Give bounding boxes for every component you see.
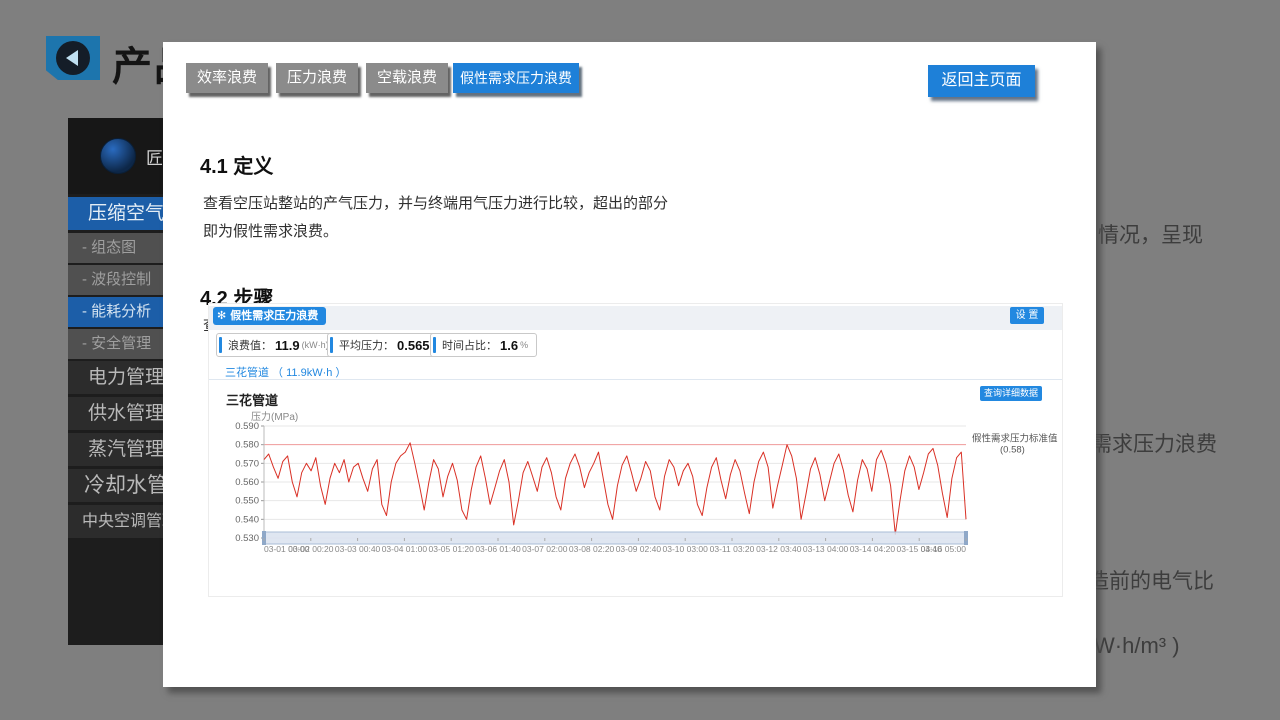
definition-heading: 4.1 定义 [200, 150, 273, 179]
content-modal: 效率浪费 压力浪费 空载浪费 假性需求压力浪费 返回主页面 4.1 定义 查看空… [163, 42, 1096, 687]
stat-waste-value: 浪费值： 11.9 (kW·h) [216, 333, 338, 357]
settings-button[interactable]: 设 置 [1010, 307, 1044, 324]
stat-unit: % [520, 340, 528, 350]
svg-text:0.570: 0.570 [235, 458, 259, 469]
svg-text:03-09 02:40: 03-09 02:40 [616, 544, 662, 554]
sidebar-item[interactable]: - 能耗分析 [68, 297, 164, 327]
definition-text-line1: 查看空压站整站的产气压力，并与终端用气压力进行比较，超出的部分 [203, 192, 668, 213]
stat-accent-bar [433, 337, 436, 353]
stat-value: 1.6 [500, 338, 518, 353]
sidebar-item[interactable]: 冷却水管理 [68, 469, 164, 502]
sidebar-item[interactable]: - 组态图 [68, 233, 164, 263]
svg-text:03-08 02:20: 03-08 02:20 [569, 544, 615, 554]
sidebar-item[interactable]: 压缩空气 [68, 197, 164, 230]
pipe-tab-bar: 三花管道 （ 11.9kW·h ） [209, 364, 1062, 380]
bg-text-fragment: W·h/m³ ) [1094, 633, 1180, 659]
dashboard-title-badge: ✻ 假性需求压力浪费 [213, 307, 326, 325]
svg-text:03-05 01:20: 03-05 01:20 [429, 544, 475, 554]
return-home-button[interactable]: 返回主页面 [928, 65, 1035, 97]
svg-text:0.560: 0.560 [235, 477, 259, 488]
sidebar-item[interactable]: 中央空调管理 [68, 505, 164, 538]
bg-text-fragment: 造前的电气比 [1088, 565, 1214, 595]
tab-pressure-waste[interactable]: 压力浪费 [276, 63, 358, 93]
tab-efficiency-waste[interactable]: 效率浪费 [186, 63, 268, 93]
stat-label: 时间占比： [442, 337, 497, 353]
svg-text:0.530: 0.530 [235, 533, 259, 544]
stat-accent-bar [219, 337, 222, 353]
stat-label: 浪费值： [228, 337, 272, 353]
definition-text-line2: 即为假性需求浪费。 [203, 220, 338, 241]
svg-text:0.590: 0.590 [235, 421, 259, 432]
stat-value: 0.565 [397, 338, 430, 353]
stat-accent-bar [330, 337, 333, 353]
svg-text:0.550: 0.550 [235, 496, 259, 507]
bg-text-fragment: 情况，呈现 [1098, 219, 1203, 249]
svg-text:03-10 03:00: 03-10 03:00 [663, 544, 709, 554]
sidebar: 匠 压缩空气- 组态图- 波段控制- 能耗分析- 安全管理电力管理供水管理蒸汽管… [68, 118, 164, 645]
back-button[interactable] [46, 36, 100, 80]
svg-text:(0.58): (0.58) [1000, 445, 1025, 456]
svg-text:03-02 00:20: 03-02 00:20 [288, 544, 334, 554]
svg-text:03-14 04:20: 03-14 04:20 [850, 544, 896, 554]
sidebar-item[interactable]: 供水管理 [68, 397, 164, 430]
dashboard-header-bar [209, 306, 1062, 330]
stat-value: 11.9 [275, 338, 300, 353]
svg-text:0.580: 0.580 [235, 440, 259, 451]
svg-text:三花管道: 三花管道 [226, 393, 278, 408]
svg-text:03-13 04:00: 03-13 04:00 [803, 544, 849, 554]
dashboard-title: 假性需求压力浪费 [230, 307, 318, 325]
company-name: 匠 [146, 144, 163, 169]
compressor-icon: ✻ [217, 307, 226, 325]
svg-text:03-03 00:40: 03-03 00:40 [335, 544, 381, 554]
svg-text:03-06 01:40: 03-06 01:40 [475, 544, 521, 554]
sidebar-item[interactable]: 蒸汽管理 [68, 433, 164, 466]
dashboard-screenshot: ✻ 假性需求压力浪费 设 置 浪费值： 11.9 (kW·h) 平均压力： 0.… [208, 303, 1063, 597]
svg-text:假性需求压力标准值: 假性需求压力标准值 [972, 433, 1058, 445]
svg-text:03-16 05:00: 03-16 05:00 [921, 544, 967, 554]
svg-text:03-07 02:00: 03-07 02:00 [522, 544, 568, 554]
stat-unit: (kW·h) [302, 340, 329, 350]
sidebar-item[interactable]: 电力管理 [68, 361, 164, 394]
sidebar-item[interactable]: - 安全管理 [68, 329, 164, 359]
stat-time-ratio: 时间占比： 1.6 % [430, 333, 537, 357]
svg-text:0.540: 0.540 [235, 514, 259, 525]
tab-sanhua-pipe[interactable]: 三花管道 （ 11.9kW·h ） [225, 364, 346, 380]
tab-false-demand-pressure-waste[interactable]: 假性需求压力浪费 [453, 63, 579, 93]
svg-text:03-12 03:40: 03-12 03:40 [756, 544, 802, 554]
sidebar-item[interactable]: - 波段控制 [68, 265, 164, 295]
bg-text-fragment: 需求压力浪费 [1091, 428, 1217, 458]
stat-label: 平均压力： [339, 337, 394, 353]
sidebar-header: 匠 [68, 118, 164, 194]
company-logo-icon [100, 138, 136, 174]
back-arrow-icon [56, 41, 90, 75]
svg-text:03-04 01:00: 03-04 01:00 [382, 544, 428, 554]
tab-noload-waste[interactable]: 空载浪费 [366, 63, 448, 93]
svg-text:03-11 03:20: 03-11 03:20 [710, 544, 755, 554]
pressure-line-chart: 三花管道压力(MPa)0.5900.5800.5700.5600.5500.54… [209, 392, 1062, 568]
